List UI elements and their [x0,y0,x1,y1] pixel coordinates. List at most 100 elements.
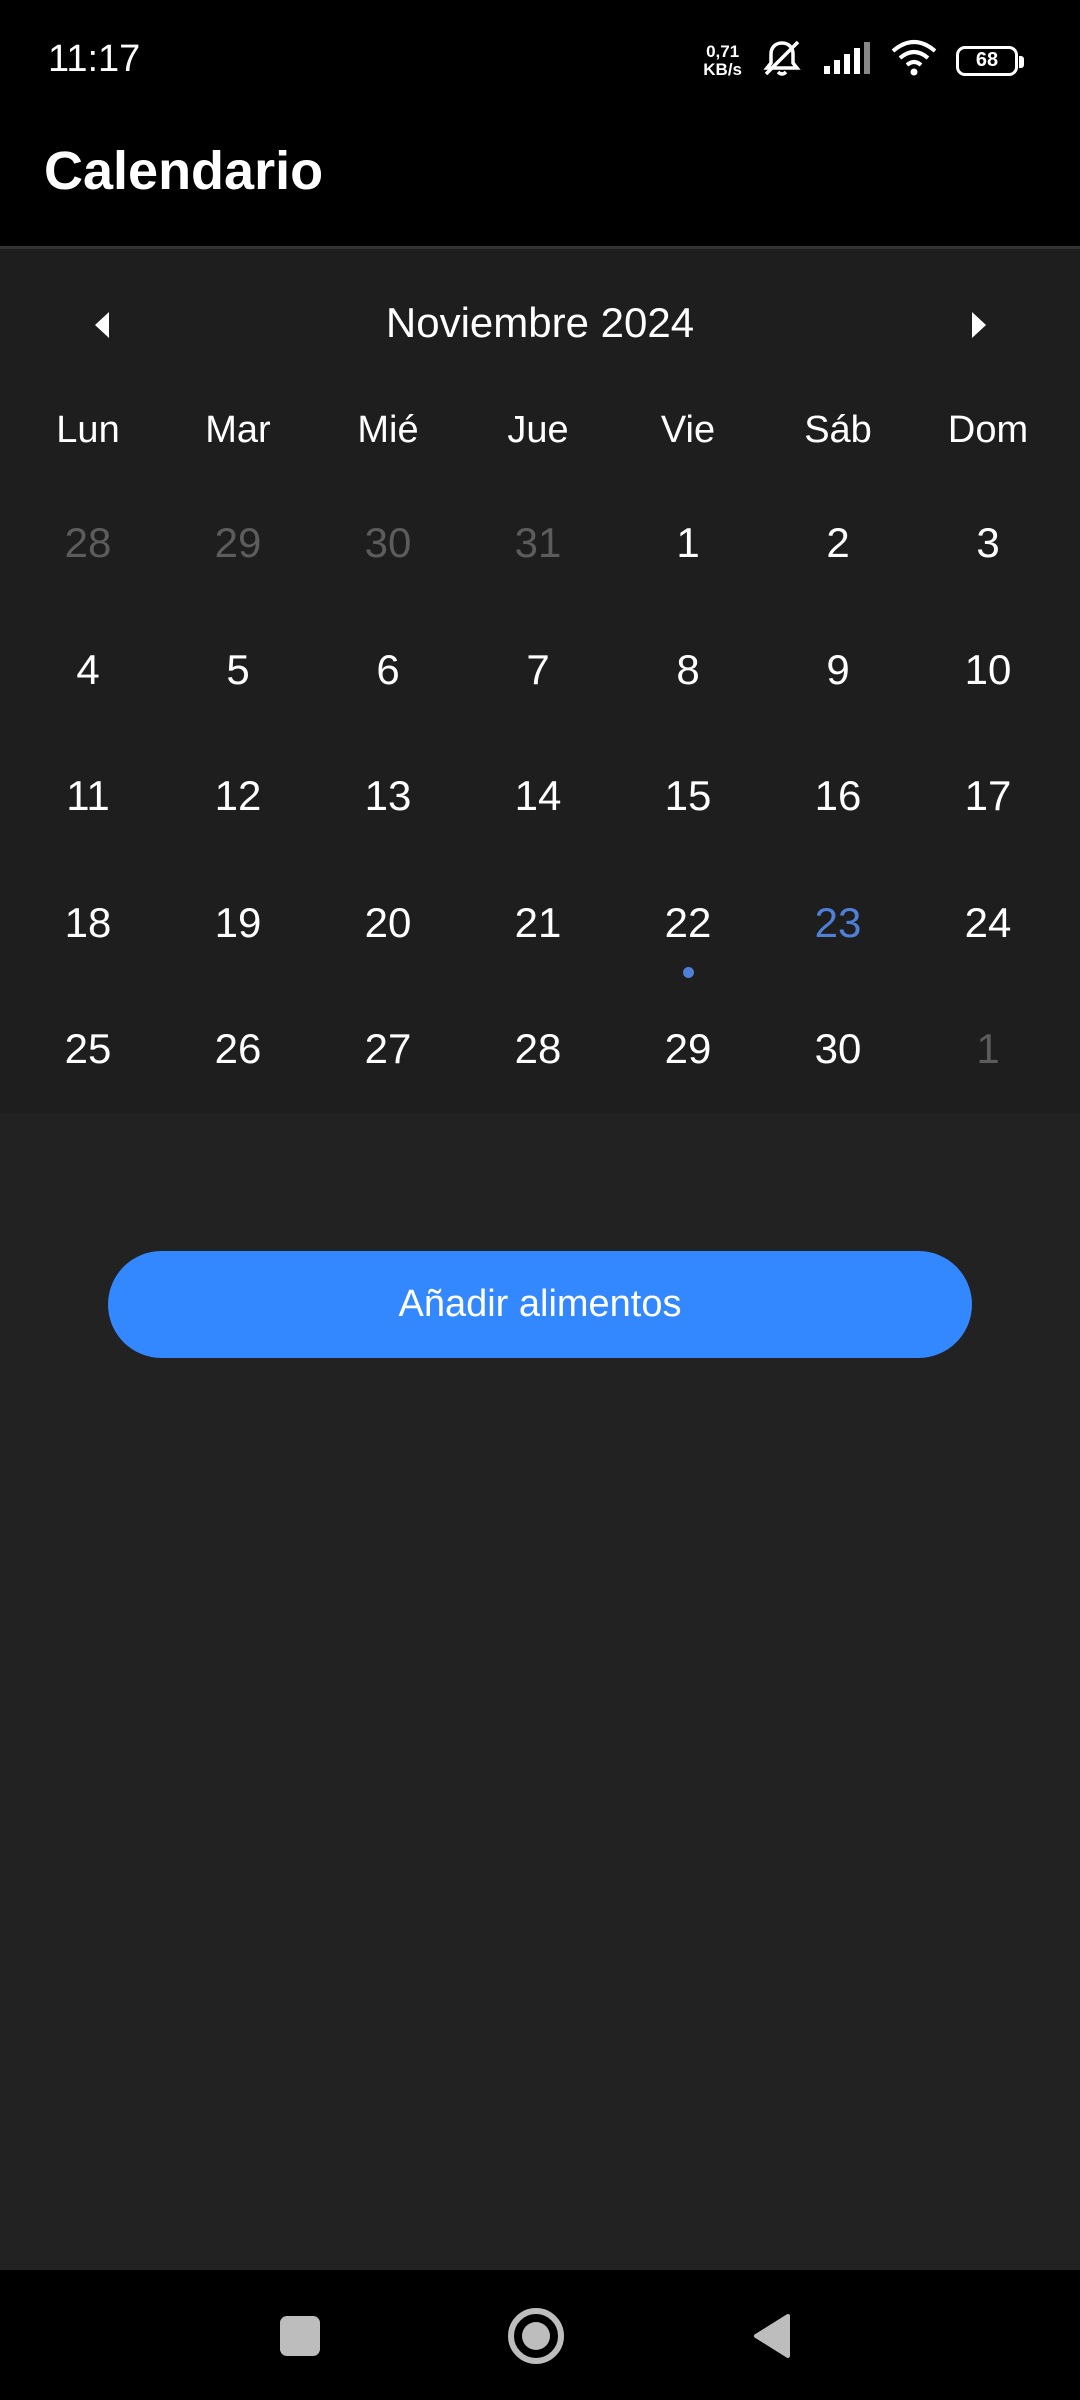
calendar-day[interactable]: 15 [613,772,763,899]
calendar-day-label: 29 [664,1025,712,1072]
add-food-button[interactable]: Añadir alimentos [108,1251,972,1358]
calendar-day-label: 1 [676,519,700,566]
battery-level: 68 [975,49,999,71]
calendar-day[interactable]: 7 [463,646,613,773]
calendar-day-label: 11 [66,772,110,819]
calendar-day[interactable]: 9 [763,646,913,773]
mute-icon [760,38,804,83]
weekday-label: Mar [205,409,271,451]
calendar-day[interactable]: 19 [163,899,313,1026]
network-speed: 0,71 KB/s [703,41,742,79]
calendar-day-label: 16 [814,772,862,819]
calendar-day[interactable]: 22 [613,899,763,1026]
calendar-day-label: 8 [676,645,700,693]
calendar-day[interactable]: 27 [313,1025,463,1152]
calendar-day-label: 29 [214,519,262,566]
calendar-day[interactable]: 14 [463,772,613,899]
weekday-label: Jue [507,409,569,451]
calendar-day[interactable]: 4 [13,646,163,773]
calendar-day[interactable]: 13 [313,772,463,899]
calendar: Noviembre 2024 Lun Mar Mié Jue Vie Sáb D… [0,249,1080,1113]
home-icon[interactable] [508,2308,564,2364]
back-icon[interactable] [750,2312,794,2365]
calendar-day-label: 22 [664,898,712,946]
calendar-day[interactable]: 31 [463,519,613,646]
weekday-header: Lun Mar Mié Jue Vie Sáb Dom [0,409,1080,452]
calendar-day-label: 4 [76,645,100,693]
status-time: 11:17 [48,38,141,80]
battery-icon: 68 [956,45,1024,76]
calendar-day[interactable]: 29 [613,1025,763,1152]
calendar-day-label: 26 [214,1025,262,1072]
weekday-label: Lun [56,409,120,451]
next-month-button[interactable] [942,289,1014,361]
event-indicator-dot [683,966,694,978]
page-title: Calendario [44,141,324,201]
calendar-day[interactable]: 21 [463,899,613,1026]
calendar-day-label: 3 [976,519,1000,566]
weekday-label: Vie [660,409,716,451]
network-speed-value: 0,71 [706,41,740,61]
calendar-day-label: 14 [514,772,562,819]
calendar-day-label: 6 [376,645,400,693]
calendar-day[interactable]: 11 [13,772,163,899]
calendar-day-label: 27 [364,1025,412,1072]
calendar-day-label: 25 [64,1025,112,1072]
calendar-day-label: 13 [364,772,412,819]
calendar-day[interactable]: 18 [13,899,163,1026]
calendar-day-label: 19 [214,898,262,946]
screen: 11:17 0,71 KB/s 68 Calendario Noviembre … [0,0,1080,2400]
calendar-day[interactable]: 20 [313,899,463,1026]
calendar-day-label: 20 [364,898,412,946]
calendar-day-today[interactable]: 23 [763,899,913,1026]
wifi-icon [890,39,938,82]
calendar-day-label: 28 [64,519,112,566]
calendar-day-label: 18 [64,898,112,946]
calendar-day[interactable]: 5 [163,646,313,773]
calendar-day-label: 31 [514,519,562,566]
calendar-day-label: 12 [214,772,262,819]
calendar-day[interactable]: 8 [613,646,763,773]
status-icons: 0,71 KB/s 68 [703,38,1024,83]
calendar-day[interactable]: 1 [913,1025,1063,1152]
calendar-day-label: 15 [664,772,712,819]
weekday-label: Mié [357,409,419,451]
calendar-header: Noviembre 2024 [0,289,1080,361]
system-nav-bar [0,2270,1080,2400]
app-bar: Calendario [0,122,1080,249]
calendar-day-label: 24 [964,898,1012,946]
calendar-day[interactable]: 10 [913,646,1063,773]
network-speed-unit: KB/s [703,59,742,79]
calendar-day[interactable]: 28 [463,1025,613,1152]
calendar-day[interactable]: 6 [313,646,463,773]
days-grid: 28 29 30 31 1 2 3 4 5 6 7 8 9 10 11 12 13 14 15 16 17 18 19 20 2… [13,519,1063,1152]
calendar-day-label: 17 [964,772,1012,819]
calendar-day[interactable]: 25 [13,1025,163,1152]
calendar-day-label: 2 [826,519,850,566]
calendar-day-label: 9 [826,645,850,693]
status-bar: 11:17 0,71 KB/s 68 [0,0,1080,122]
calendar-day[interactable]: 3 [913,519,1063,646]
signal-icon [822,40,872,81]
calendar-day[interactable]: 30 [763,1025,913,1152]
calendar-day[interactable]: 2 [763,519,913,646]
calendar-day[interactable]: 29 [163,519,313,646]
calendar-day[interactable]: 1 [613,519,763,646]
calendar-day[interactable]: 26 [163,1025,313,1152]
calendar-day-label: 23 [814,898,862,946]
calendar-day[interactable]: 30 [313,519,463,646]
calendar-day-label: 28 [514,1025,562,1072]
weekday-label: Sáb [804,409,872,451]
recents-icon[interactable] [280,2316,320,2356]
calendar-day[interactable]: 28 [13,519,163,646]
weekday-label: Dom [947,409,1029,451]
calendar-day-label: 21 [514,898,562,946]
calendar-day-label: 30 [814,1025,862,1072]
calendar-day-label: 1 [976,1025,1000,1072]
calendar-day[interactable]: 24 [913,899,1063,1026]
calendar-day[interactable]: 12 [163,772,313,899]
calendar-day-label: 5 [226,645,250,693]
chevron-right-icon [972,312,986,338]
calendar-day[interactable]: 17 [913,772,1063,899]
calendar-day[interactable]: 16 [763,772,913,899]
